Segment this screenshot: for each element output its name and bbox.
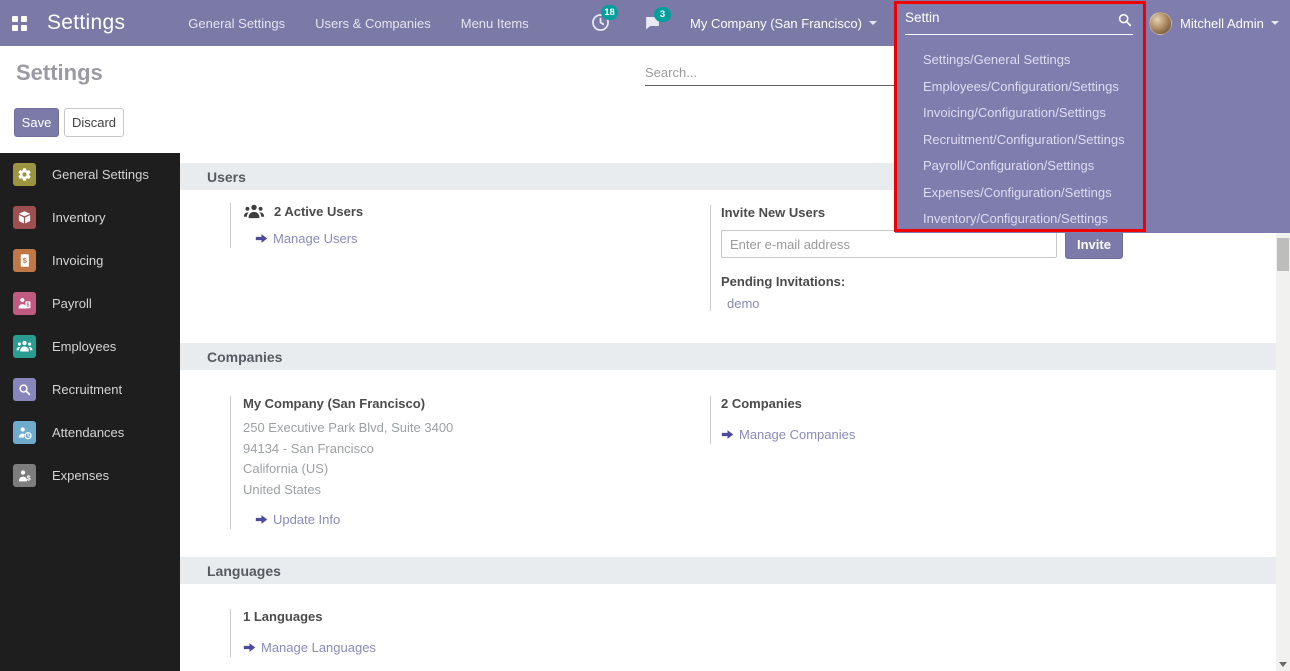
menu-search-input[interactable] <box>905 5 1133 35</box>
address-line: 94134 - San Francisco <box>243 439 660 460</box>
sidebar-item-label: Employees <box>52 339 116 354</box>
box-icon <box>13 206 36 229</box>
sidebar-item-label: General Settings <box>52 167 149 182</box>
section-header-languages: Languages <box>180 557 1276 584</box>
people-icon <box>13 335 36 358</box>
search-result-item[interactable]: Settings/General Settings <box>895 47 1290 74</box>
menu-search-results: Settings/General Settings Employees/Conf… <box>895 47 1290 233</box>
settings-search-input[interactable] <box>645 62 897 86</box>
active-users-label: 2 Active Users <box>274 204 363 219</box>
message-count-badge: 3 <box>654 7 671 22</box>
sidebar-item-label: Recruitment <box>52 382 122 397</box>
pending-invitee-link[interactable]: demo <box>721 296 760 311</box>
users-group-icon <box>243 203 265 219</box>
payroll-icon: $ <box>13 292 36 315</box>
discard-button[interactable]: Discard <box>64 108 124 137</box>
section-header-companies: Companies <box>180 343 1276 370</box>
search-result-item[interactable]: Employees/Configuration/Settings <box>895 74 1290 101</box>
sidebar-item-expenses[interactable]: $ Expenses <box>0 454 180 497</box>
navbar-menu: General Settings Users & Companies Menu … <box>184 10 554 37</box>
languages-count-label: 1 Languages <box>243 609 660 624</box>
companies-count-label: 2 Companies <box>721 396 1150 411</box>
svg-text:$: $ <box>27 303 30 309</box>
sidebar-item-employees[interactable]: Employees <box>0 325 180 368</box>
company-name: My Company (San Francisco) <box>243 396 660 411</box>
sidebar-item-label: Attendances <box>52 425 124 440</box>
page-title: Settings <box>16 60 103 86</box>
settings-search <box>645 62 897 86</box>
company-selector[interactable]: My Company (San Francisco) <box>690 0 877 46</box>
app-title: Settings <box>47 11 125 35</box>
company-address: 250 Executive Park Blvd, Suite 3400 9413… <box>243 418 660 500</box>
user-menu[interactable]: Mitchell Admin <box>1149 0 1279 46</box>
arrow-right-icon <box>255 232 268 245</box>
arrow-right-icon <box>721 428 734 441</box>
manage-companies-link[interactable]: Manage Companies <box>721 427 855 442</box>
search-result-item[interactable]: Invoicing/Configuration/Settings <box>895 100 1290 127</box>
manage-users-link[interactable]: Manage Users <box>255 231 358 246</box>
apps-menu-icon[interactable] <box>12 16 27 31</box>
menu-general-settings[interactable]: General Settings <box>184 10 289 37</box>
sidebar-item-label: Expenses <box>52 468 109 483</box>
activity-clock-icon[interactable]: 18 <box>590 12 611 33</box>
active-users-box: 2 Active Users Manage Users <box>230 203 660 248</box>
sidebar-item-general-settings[interactable]: General Settings <box>0 153 180 196</box>
sidebar-item-recruitment[interactable]: Recruitment <box>0 368 180 411</box>
person-clock-icon <box>13 421 36 444</box>
arrow-right-icon <box>243 641 256 654</box>
update-info-link[interactable]: Update Info <box>255 512 340 527</box>
arrow-right-icon <box>255 513 268 526</box>
search-result-item[interactable]: Recruitment/Configuration/Settings <box>895 127 1290 154</box>
companies-count-box: 2 Companies Manage Companies <box>710 396 1150 444</box>
address-line: United States <box>243 480 660 501</box>
company-info-box: My Company (San Francisco) 250 Executive… <box>230 396 660 529</box>
company-selector-label: My Company (San Francisco) <box>690 16 862 31</box>
languages-box: 1 Languages Manage Languages <box>230 609 660 657</box>
sidebar-item-invoicing[interactable]: $ Invoicing <box>0 239 180 282</box>
gear-icon <box>13 163 36 186</box>
search-icon <box>1117 12 1133 28</box>
sidebar-item-label: Inventory <box>52 210 105 225</box>
sidebar-item-label: Payroll <box>52 296 92 311</box>
settings-sidebar: General Settings Inventory $ Invoicing $… <box>0 153 180 671</box>
invoice-icon: $ <box>13 249 36 272</box>
scrollbar-thumb[interactable] <box>1277 238 1289 271</box>
messages-icon[interactable]: 3 <box>643 14 662 32</box>
pending-invitations-label: Pending Invitations: <box>721 274 1150 289</box>
search-result-item[interactable]: Inventory/Configuration/Settings <box>895 206 1290 233</box>
user-name: Mitchell Admin <box>1180 16 1264 31</box>
search-result-item[interactable]: Payroll/Configuration/Settings <box>895 153 1290 180</box>
search-result-item[interactable]: Expenses/Configuration/Settings <box>895 180 1290 207</box>
chevron-down-icon <box>869 21 877 25</box>
sidebar-item-payroll[interactable]: $ Payroll <box>0 282 180 325</box>
avatar <box>1149 12 1172 35</box>
invite-email-input[interactable] <box>721 230 1057 258</box>
menu-menu-items[interactable]: Menu Items <box>457 10 533 37</box>
menu-users-companies[interactable]: Users & Companies <box>311 10 435 37</box>
person-dollar-icon: $ <box>13 464 36 487</box>
invite-button[interactable]: Invite <box>1065 229 1123 259</box>
address-line: 250 Executive Park Blvd, Suite 3400 <box>243 418 660 439</box>
svg-text:$: $ <box>26 473 30 482</box>
sidebar-item-label: Invoicing <box>52 253 103 268</box>
manage-languages-link[interactable]: Manage Languages <box>243 640 376 655</box>
activity-count-badge: 18 <box>601 5 618 20</box>
scrollbar-down-arrow-icon[interactable] <box>1279 662 1287 667</box>
chevron-down-icon <box>1271 21 1279 25</box>
save-button[interactable]: Save <box>14 108 59 137</box>
magnifier-icon <box>13 378 36 401</box>
sidebar-item-attendances[interactable]: Attendances <box>0 411 180 454</box>
sidebar-item-inventory[interactable]: Inventory <box>0 196 180 239</box>
address-line: California (US) <box>243 459 660 480</box>
